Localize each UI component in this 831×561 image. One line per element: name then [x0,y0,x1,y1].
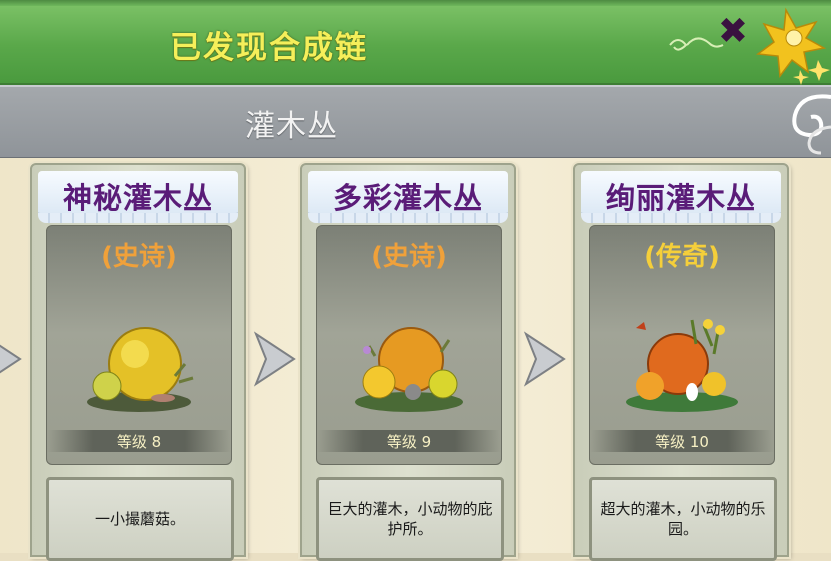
gold-flower-ornament-icon [756,7,830,85]
rarity-label: (史诗) [101,242,177,272]
item-name: 绚丽灌木丛 [605,181,756,215]
merge-item-card[interactable]: 绚丽灌木丛 (传奇) 等级 10 超大的灌木，小动物的乐园。 [573,163,789,561]
description-box: 一小撮蘑菇。 [46,477,234,561]
item-level: 等级 8 [116,433,162,451]
arrow-right-icon [253,331,296,387]
item-description: 巨大的灌木，小动物的庇护所。 [327,500,493,538]
item-description: 一小撮蘑菇。 [94,510,185,528]
mystery-bush-icon [87,327,194,412]
rarity-label: (史诗) [371,242,447,272]
header-banner: 已发现合成链 ✖ [0,0,831,85]
item-description: 超大的灌木，小动物的乐园。 [600,500,766,538]
item-level: 等级 10 [655,433,709,451]
level-bar: 等级 9 [317,430,501,452]
gorgeous-bush-icon [626,319,738,412]
silver-swirl-ornament-icon [792,94,831,155]
item-panel: (史诗) 等级 9 [316,225,502,465]
arrow-right-icon [523,331,566,387]
item-panel: (史诗) 等级 8 [46,225,232,465]
description-box: 巨大的灌木，小动物的庇护所。 [316,477,504,561]
category-title: 灌木丛 [245,109,338,144]
description-box: 超大的灌木，小动物的乐园。 [589,477,777,561]
card-title-bar: 绚丽灌木丛 [581,171,781,223]
subheader-bar: 灌木丛 [0,85,831,160]
rarity-label: (传奇) [644,242,720,272]
item-name: 多彩灌木丛 [332,181,483,215]
card-title-bar: 多彩灌木丛 [308,171,508,223]
merge-item-card[interactable]: 多彩灌木丛 (史诗) 等级 9 巨大的灌木，小动物的庇护所。 [300,163,516,561]
item-level: 等级 9 [386,433,432,451]
level-bar: 等级 10 [590,430,774,452]
level-bar: 等级 8 [47,430,231,452]
page-title: 已发现合成链 [170,30,368,66]
item-panel: (传奇) 等级 10 [589,225,775,465]
card-title-bar: 神秘灌木丛 [38,171,238,223]
arrow-right-icon [0,344,22,374]
colorful-bush-icon [355,327,463,412]
item-name: 神秘灌木丛 [62,181,213,215]
merge-item-card[interactable]: 神秘灌木丛 (史诗) 等级 8 一小撮蘑菇。 [30,163,246,561]
